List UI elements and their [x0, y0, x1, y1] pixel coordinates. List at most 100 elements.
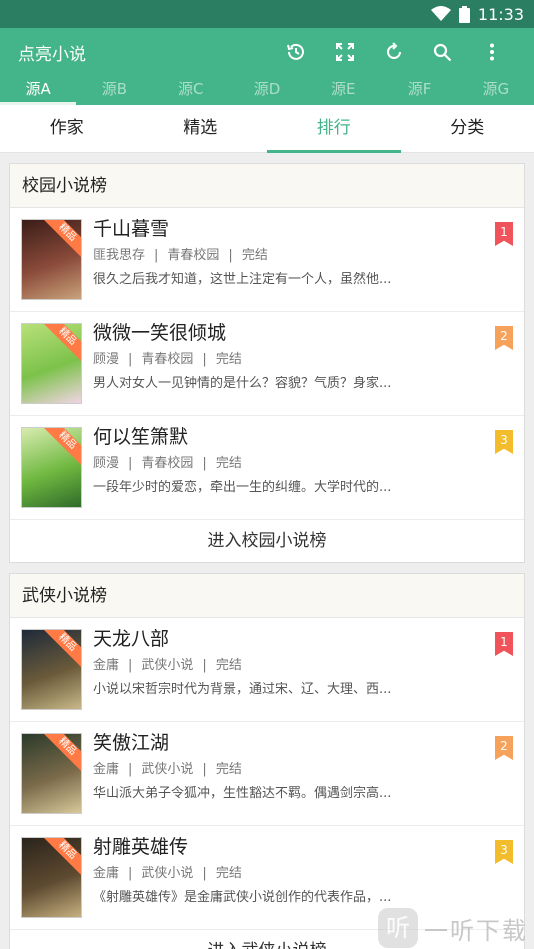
book-author: 金庸	[93, 658, 120, 673]
source-tab[interactable]: 源E	[305, 76, 381, 105]
book-meta: 金庸 | 武侠小说 | 完结	[93, 762, 464, 778]
section-title: 校园小说榜	[10, 164, 524, 208]
book-author: 匪我思存	[93, 248, 146, 263]
book-cover[interactable]: 精品	[21, 837, 82, 918]
book-cover[interactable]: 精品	[21, 427, 82, 508]
tab-2[interactable]: 排行	[267, 105, 401, 153]
book-row-inner: 精品 笑傲江湖金庸 | 武侠小说 | 完结华山派大弟子令狐冲，生性豁达不羁。偶遇剑宗高..…	[21, 732, 524, 825]
book-row-inner: 精品 天龙八部 金庸 | 武侠小说 | 完结 小说以宋哲宗时代为背景，通过宋、辽、大理、西..…	[21, 628, 524, 721]
watermark: 听 一听下载	[374, 907, 534, 949]
status-bar: 11:33	[0, 0, 534, 28]
tab-3[interactable]: 分类	[401, 105, 534, 152]
book-title: 射雕英雄传	[93, 836, 189, 858]
watermark-logo: 听	[378, 908, 418, 948]
book-row-inner: 精品 微微一笑很倾城 顾漫 | 青春校园 | 完结 男人对女人一见钟情的是什么？容貌？气质？身…	[21, 322, 524, 415]
book-title: 微微一笑很倾城	[93, 322, 227, 344]
book-meta: 金庸 | 武侠小说 | 完结	[93, 866, 464, 882]
tab-0[interactable]: 作家	[0, 105, 134, 152]
separator: |	[202, 456, 207, 471]
book-category: 武侠小说	[141, 762, 194, 777]
book-item[interactable]: 精品 笑傲江湖金庸 | 武侠小说 | 完结华山派大弟子令狐冲，生性豁达不羁。偶遇剑宗高..…	[10, 722, 524, 826]
history-icon[interactable]	[271, 28, 320, 76]
book-title: 千山暮雪	[93, 218, 170, 240]
section-title: 武侠小说榜	[10, 574, 524, 618]
book-meta: 顾漫 | 青春校园 | 完结	[93, 352, 464, 368]
book-author: 金庸	[93, 762, 120, 777]
book-status: 完结	[241, 248, 268, 263]
separator: |	[128, 658, 133, 673]
separator: |	[128, 762, 133, 777]
book-title: 何以笙箫默	[93, 426, 189, 448]
separator: |	[128, 456, 133, 471]
separator: |	[228, 248, 233, 263]
book-info: 千山暮雪 匪我思存 | 青春校园 | 完结 很久之后我才知道，这世上注定有一个人，虽然他..…	[93, 218, 524, 311]
book-item[interactable]: 精品 天龙八部 金庸 | 武侠小说 | 完结 小说以宋哲宗时代为背景，通过宋、辽、大理、西..…	[10, 618, 524, 722]
book-row-inner: 精品 千山暮雪 匪我思存 | 青春校园 | 完结 很久之后我才知道，这世上注定有一个人，虽然他…	[21, 218, 524, 311]
quality-badge: 精品	[42, 838, 81, 876]
separator: |	[128, 352, 133, 367]
book-info: 笑傲江湖金庸 | 武侠小说 | 完结华山派大弟子令狐冲，生性豁达不羁。偶遇剑宗高...	[93, 732, 524, 825]
book-cover[interactable]: 精品	[21, 219, 82, 300]
source-tab[interactable]: 源F	[381, 76, 457, 105]
watermark-text: 一听下载	[424, 916, 528, 945]
book-item[interactable]: 精品 千山暮雪 匪我思存 | 青春校园 | 完结 很久之后我才知道，这世上注定有一个人，虽然他…	[10, 208, 524, 312]
book-description: 小说以宋哲宗时代为背景，通过宋、辽、大理、西...	[93, 682, 392, 697]
separator: |	[202, 658, 207, 673]
book-status: 完结	[215, 866, 242, 881]
book-author: 顾漫	[93, 352, 120, 367]
status-time: 11:33	[477, 4, 524, 24]
book-description: 《射雕英雄传》是金庸武侠小说创作的代表作品，...	[93, 890, 392, 905]
book-cover[interactable]: 精品	[21, 733, 82, 814]
book-author: 金庸	[93, 866, 120, 881]
book-row-inner: 精品 何以笙箫默顾漫 | 青春校园 | 完结一段年少时的爱恋，牵出一生的纠缠。大学时代的.…	[21, 426, 524, 519]
fullscreen-icon[interactable]	[320, 28, 369, 76]
quality-badge: 精品	[42, 630, 81, 668]
quality-badge: 精品	[42, 324, 81, 362]
source-tab[interactable]: 源C	[153, 76, 229, 105]
book-category: 武侠小说	[141, 866, 194, 881]
book-item[interactable]: 精品 微微一笑很倾城 顾漫 | 青春校园 | 完结 男人对女人一见钟情的是什么？容貌？气质？身…	[10, 312, 524, 416]
tab-1[interactable]: 精选	[134, 105, 268, 152]
ranking-card: 武侠小说榜 精品 天龙八部 金庸 | 武侠小说 | 完结 小说以宋哲宗时代为背景，通过宋、辽、大…	[9, 573, 525, 949]
source-tab[interactable]: 源B	[76, 76, 152, 105]
source-tabs: 源A 源B 源C 源D 源E 源F 源G	[0, 76, 534, 105]
book-description: 一段年少时的爱恋，牵出一生的纠缠。大学时代的...	[93, 480, 392, 495]
ranking-card: 校园小说榜 精品 千山暮雪 匪我思存 | 青春校园 | 完结 很久之后我才知道，这世上注定有一个…	[9, 163, 525, 563]
separator: |	[202, 866, 207, 881]
separator: |	[202, 762, 207, 777]
book-meta: 顾漫 | 青春校园 | 完结	[93, 456, 464, 472]
book-category: 青春校园	[141, 456, 194, 471]
app-toolbar: 点亮小说	[0, 28, 534, 76]
book-author: 顾漫	[93, 456, 120, 471]
book-info: 天龙八部 金庸 | 武侠小说 | 完结 小说以宋哲宗时代为背景，通过宋、辽、大理、西...	[93, 628, 524, 721]
book-cover[interactable]: 精品	[21, 323, 82, 404]
main-tabs: 作家 精选 排行 分类	[0, 105, 534, 153]
enter-ranking-button[interactable]: 进入校园小说榜	[10, 520, 524, 562]
source-tab[interactable]: 源D	[229, 76, 305, 105]
book-title: 笑傲江湖	[93, 732, 170, 754]
book-status: 完结	[215, 658, 242, 673]
book-description: 男人对女人一见钟情的是什么？容貌？气质？身家...	[93, 376, 392, 391]
book-status: 完结	[215, 352, 242, 367]
quality-badge: 精品	[42, 428, 81, 466]
book-description: 华山派大弟子令狐冲，生性豁达不羁。偶遇剑宗高...	[93, 786, 392, 801]
book-status: 完结	[215, 456, 242, 471]
source-tab[interactable]: 源G	[458, 76, 534, 105]
battery-icon	[458, 5, 470, 23]
quality-badge: 精品	[42, 734, 81, 772]
more-vert-icon[interactable]	[467, 28, 516, 76]
separator: |	[154, 248, 159, 263]
separator: |	[128, 866, 133, 881]
refresh-icon[interactable]	[369, 28, 418, 76]
separator: |	[202, 352, 207, 367]
book-cover[interactable]: 精品	[21, 629, 82, 710]
book-description: 很久之后我才知道，这世上注定有一个人，虽然他...	[93, 272, 392, 287]
ranking-list: 校园小说榜 精品 千山暮雪 匪我思存 | 青春校园 | 完结 很久之后我才知道，这世上注定有一个…	[0, 153, 534, 949]
book-meta: 金庸 | 武侠小说 | 完结	[93, 658, 464, 674]
search-icon[interactable]	[418, 28, 467, 76]
source-tab[interactable]: 源A	[0, 76, 77, 105]
book-title: 天龙八部	[93, 628, 170, 650]
book-status: 完结	[215, 762, 242, 777]
book-info: 微微一笑很倾城 顾漫 | 青春校园 | 完结 男人对女人一见钟情的是什么？容貌？气质？身家.…	[93, 322, 524, 415]
book-item[interactable]: 精品 何以笙箫默顾漫 | 青春校园 | 完结一段年少时的爱恋，牵出一生的纠缠。大学时代的.…	[10, 416, 524, 520]
